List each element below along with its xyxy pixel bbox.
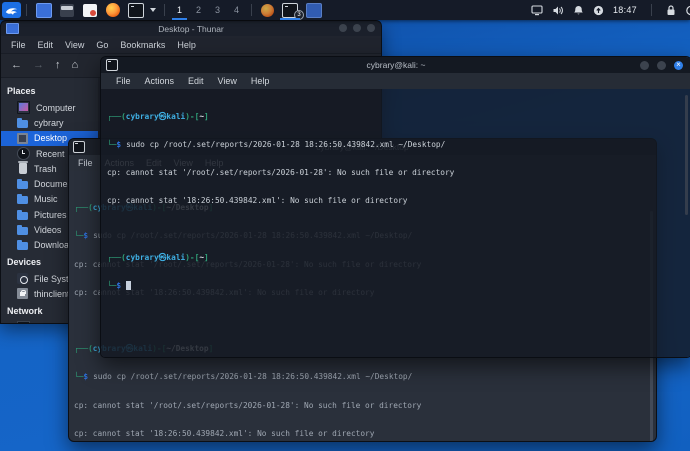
maximize-button[interactable] bbox=[657, 61, 666, 70]
top-panel: 1 2 3 4 3 18:47 bbox=[0, 0, 690, 20]
kali-dragon-icon bbox=[5, 5, 18, 16]
text-editor-launcher[interactable] bbox=[81, 2, 98, 18]
input-line: └─$ bbox=[107, 281, 690, 290]
folder-icon bbox=[17, 120, 28, 128]
folder-icon bbox=[17, 196, 28, 204]
sidebar-item-cybrary[interactable]: cybrary bbox=[1, 115, 98, 130]
terminal-icon bbox=[128, 3, 144, 18]
menu-file[interactable]: File bbox=[5, 40, 32, 50]
terminal-cursor bbox=[126, 281, 131, 290]
terminal-window[interactable]: cybrary@kali: ~ File Actions Edit View H… bbox=[100, 56, 690, 358]
workspace-1[interactable]: 1 bbox=[170, 0, 189, 20]
workspace-3[interactable]: 3 bbox=[208, 0, 227, 20]
recent-icon bbox=[17, 147, 30, 160]
folder-icon bbox=[17, 242, 28, 250]
show-desktop-launcher[interactable] bbox=[35, 2, 52, 18]
file-manager-launcher[interactable] bbox=[58, 2, 75, 18]
firefox-icon bbox=[261, 4, 274, 17]
show-desktop-icon bbox=[36, 3, 52, 18]
error-line: cp: cannot stat '18:26:50.439842.xml': N… bbox=[107, 196, 690, 205]
clock[interactable]: 18:47 bbox=[613, 5, 637, 15]
close-button[interactable] bbox=[367, 24, 375, 32]
panel-separator bbox=[164, 4, 165, 16]
panel-separator bbox=[26, 4, 27, 16]
command-text: sudo cp /root/.set/reports/2026-01-28 18… bbox=[126, 140, 445, 149]
places-header: Places bbox=[1, 82, 98, 100]
updates-icon[interactable] bbox=[593, 5, 604, 16]
volume-icon[interactable] bbox=[552, 5, 564, 16]
close-button[interactable] bbox=[674, 61, 683, 70]
computer-icon bbox=[17, 101, 30, 114]
up-button[interactable]: ↑ bbox=[55, 60, 61, 71]
desktop: { "panel": { "clock": "18:47", "workspac… bbox=[0, 0, 690, 451]
menu-go[interactable]: Go bbox=[90, 40, 114, 50]
menu-edit[interactable]: Edit bbox=[32, 40, 60, 50]
file-manager-icon bbox=[60, 4, 74, 17]
back-button[interactable]: ← bbox=[11, 60, 22, 71]
applications-menu-button[interactable] bbox=[2, 2, 21, 18]
folder-icon bbox=[17, 227, 28, 235]
menu-file[interactable]: File bbox=[72, 158, 99, 168]
menu-view[interactable]: View bbox=[211, 76, 244, 86]
workspace-label: 2 bbox=[196, 5, 201, 15]
minimize-button[interactable] bbox=[640, 61, 649, 70]
workspace-label: 3 bbox=[215, 5, 220, 15]
chevron-down-icon[interactable] bbox=[150, 8, 156, 12]
error-line: cp: cannot stat '/root/.set/reports/2026… bbox=[107, 168, 690, 177]
workspace-label: 4 bbox=[234, 5, 239, 15]
menu-edit[interactable]: Edit bbox=[181, 76, 211, 86]
network-icon bbox=[17, 321, 30, 323]
drive-icon bbox=[17, 273, 28, 284]
maximize-button[interactable] bbox=[353, 24, 361, 32]
locked-drive-icon bbox=[17, 288, 28, 299]
prompt-line: ┌──(cybrary㉿kali)-[~] bbox=[107, 112, 690, 121]
terminal-window-title: cybrary@kali: ~ bbox=[101, 60, 690, 70]
workspace-4[interactable]: 4 bbox=[227, 0, 246, 20]
taskbar-file-manager-window[interactable] bbox=[302, 0, 326, 20]
terminal-menubar: File Actions Edit View Help bbox=[101, 73, 690, 89]
system-tray: 18:47 bbox=[531, 4, 690, 16]
folder-icon bbox=[17, 181, 28, 189]
firefox-icon bbox=[106, 3, 120, 17]
panel-separator bbox=[251, 4, 252, 16]
file-manager-window-icon bbox=[306, 3, 322, 18]
menu-help[interactable]: Help bbox=[244, 76, 277, 86]
home-button[interactable]: ⌂ bbox=[72, 60, 79, 71]
workspace-label: 1 bbox=[177, 5, 182, 15]
terminal-output[interactable]: ┌──(cybrary㉿kali)-[~] └─$sudo cp /root/.… bbox=[101, 89, 690, 357]
command-line: └─$sudo cp /root/.set/reports/2026-01-28… bbox=[107, 140, 690, 149]
display-icon[interactable] bbox=[531, 5, 543, 16]
terminal-titlebar[interactable]: cybrary@kali: ~ bbox=[101, 57, 690, 73]
menu-file[interactable]: File bbox=[109, 76, 138, 86]
desktop-icon bbox=[17, 133, 28, 144]
menu-bookmarks[interactable]: Bookmarks bbox=[114, 40, 171, 50]
scrollbar[interactable] bbox=[685, 95, 688, 215]
taskbar-firefox-window[interactable] bbox=[257, 0, 278, 20]
thunar-menubar: File Edit View Go Bookmarks Help bbox=[1, 36, 381, 53]
thunar-titlebar[interactable]: Desktop - Thunar bbox=[1, 21, 381, 36]
workspace-2[interactable]: 2 bbox=[189, 0, 208, 20]
menu-help[interactable]: Help bbox=[171, 40, 202, 50]
power-icon[interactable] bbox=[685, 4, 690, 16]
trash-icon bbox=[19, 163, 27, 174]
terminal-launcher[interactable] bbox=[127, 2, 144, 18]
menu-actions[interactable]: Actions bbox=[138, 76, 182, 86]
panel-separator bbox=[651, 4, 652, 16]
prompt-line: ┌──(cybrary㉿kali)-[~] bbox=[107, 253, 690, 262]
thunar-window-title: Desktop - Thunar bbox=[1, 24, 381, 34]
menu-view[interactable]: View bbox=[59, 40, 90, 50]
folder-icon bbox=[17, 212, 28, 220]
taskbar-terminal-group[interactable]: 3 bbox=[278, 0, 302, 20]
notifications-bell-icon[interactable] bbox=[573, 5, 584, 16]
lock-icon[interactable] bbox=[666, 5, 676, 16]
minimize-button[interactable] bbox=[339, 24, 347, 32]
forward-button[interactable]: → bbox=[33, 60, 44, 71]
sidebar-item-computer[interactable]: Computer bbox=[1, 100, 98, 115]
text-editor-icon bbox=[83, 4, 97, 17]
firefox-launcher[interactable] bbox=[104, 2, 121, 18]
